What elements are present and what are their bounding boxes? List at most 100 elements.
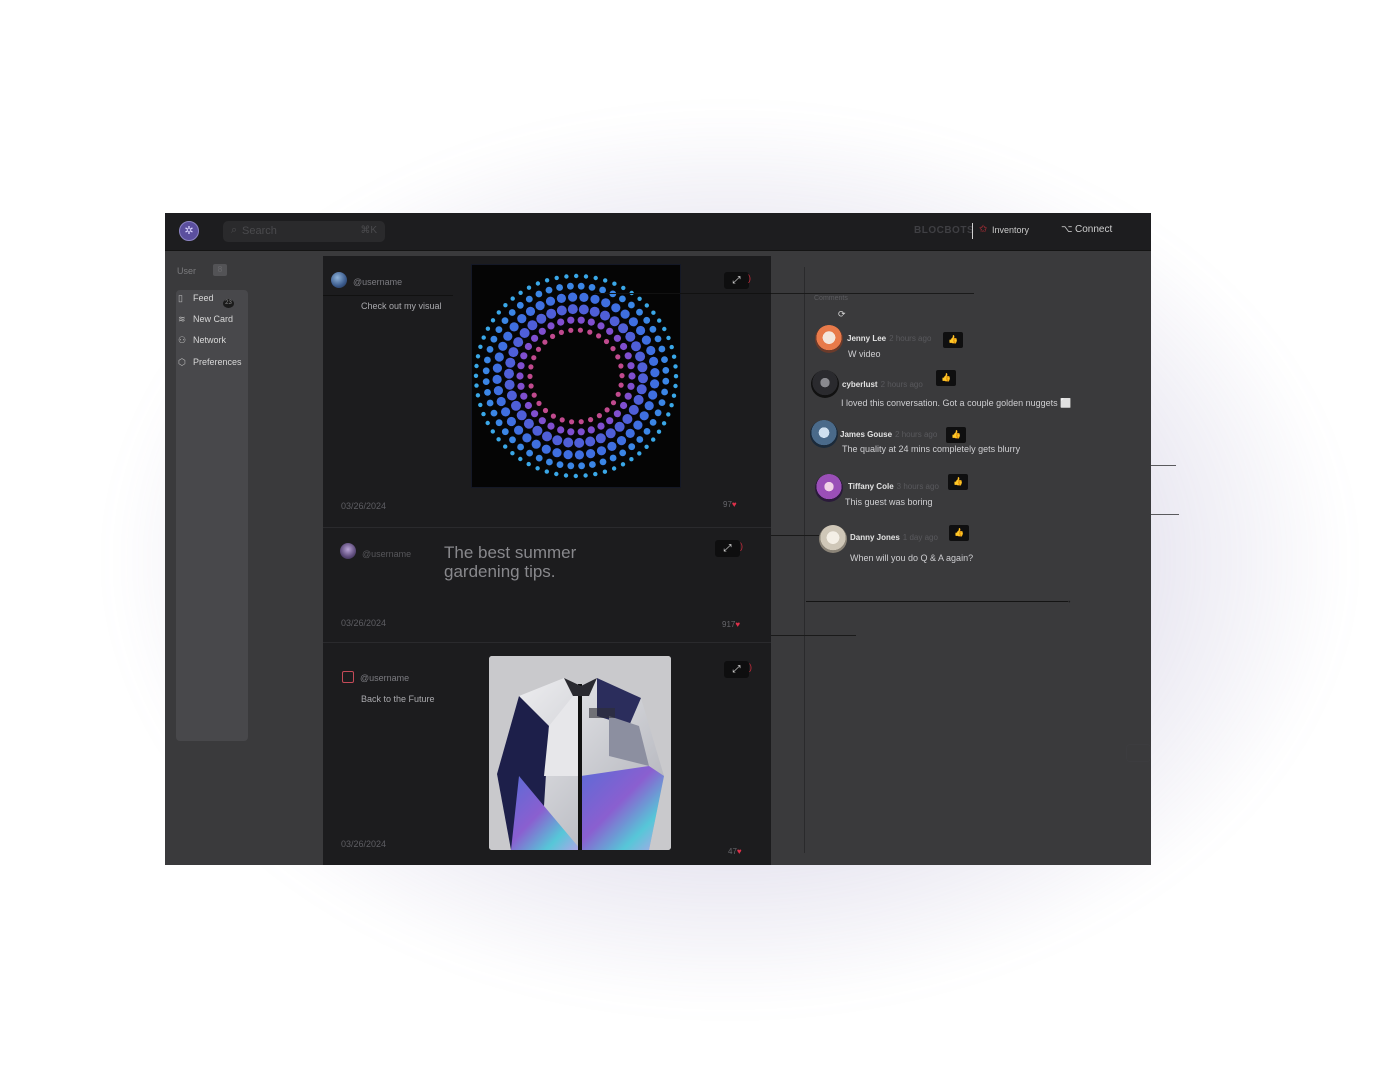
app-logo-icon[interactable]: ✲ — [179, 221, 199, 241]
comment-text: The quality at 24 mins completely gets b… — [842, 444, 1021, 454]
loading-icon: ⟳ — [838, 309, 846, 319]
inventory-link[interactable]: Inventory — [992, 225, 1029, 235]
comment-text: When will you do Q & A again? — [850, 553, 974, 563]
app-window: ✲ ⌕ Search ⌘K BLOCBOTS ✩ Inventory ⌥ Con… — [165, 213, 1151, 865]
artwork-dot — [509, 322, 519, 332]
expand-icon[interactable]: ⤢ — [715, 540, 740, 557]
arrow-right-icon: → — [1063, 595, 1072, 605]
avatar — [340, 543, 356, 559]
sidebar-item-new-card[interactable]: ≋ New Card — [178, 314, 233, 328]
artwork-dot — [613, 334, 621, 342]
artwork-dot — [531, 355, 537, 361]
artwork-dot — [620, 462, 626, 467]
comment-time: 2 hours ago — [889, 334, 932, 343]
artwork-dot — [484, 389, 491, 396]
artwork-dot — [599, 458, 607, 466]
like-count[interactable]: 47♥ — [728, 847, 742, 856]
artwork-dot — [669, 344, 674, 350]
artwork-dot — [563, 450, 573, 460]
artwork-dot — [578, 419, 584, 425]
artwork-dot — [609, 454, 617, 462]
artwork-dot — [573, 473, 578, 479]
artwork-dot — [516, 372, 524, 380]
artwork-dot — [481, 411, 486, 417]
comment-author-name: cyberlust — [842, 380, 878, 389]
comment-author[interactable]: James Gouse 2 hours ago — [840, 430, 937, 439]
post-username[interactable]: @username — [353, 277, 402, 287]
thumbs-up-icon[interactable]: 👍 — [949, 525, 969, 541]
arrow-line — [806, 601, 1068, 602]
thumbs-up-icon[interactable]: 👍 — [943, 332, 963, 348]
artwork-dot — [535, 281, 541, 286]
artwork-dot — [498, 341, 508, 351]
sidebar-item-label: New Card — [193, 314, 234, 324]
artwork-dot — [569, 419, 575, 425]
expand-accent: ) — [740, 541, 743, 551]
artwork-dot — [618, 323, 629, 334]
artwork-dot — [535, 290, 543, 298]
artwork-dot — [535, 301, 545, 311]
user-label: User — [177, 266, 197, 276]
artwork-dot — [613, 410, 621, 418]
sidebar-item-label: Preferences — [193, 357, 242, 367]
post-image-jacket[interactable] — [489, 656, 671, 850]
comment-author[interactable]: cyberlust 2 hours ago — [842, 380, 923, 389]
artwork-dot — [492, 374, 502, 384]
artwork-dot — [586, 449, 596, 459]
artwork-dot — [662, 377, 670, 385]
connect-button[interactable]: Connect — [1075, 224, 1112, 235]
thumbs-up-icon[interactable]: 👍 — [936, 370, 956, 386]
artwork-dot — [481, 335, 486, 340]
post-image-dots[interactable] — [471, 264, 681, 488]
search-input[interactable]: ⌕ Search ⌘K — [223, 221, 385, 242]
artwork-dot — [624, 352, 632, 360]
artwork-dot — [474, 383, 479, 388]
thumbs-up-icon[interactable]: 👍 — [948, 474, 968, 490]
artwork-dot — [538, 417, 546, 425]
artwork-dot — [513, 337, 524, 348]
artwork-dot — [567, 282, 574, 290]
artwork-dot — [658, 345, 666, 353]
artwork-dot — [559, 417, 565, 423]
comment-author-name: James Gouse — [840, 430, 893, 439]
comment-author[interactable]: Tiffany Cole 3 hours ago — [848, 482, 939, 491]
artwork-dot — [627, 362, 635, 370]
comment-author[interactable]: Jenny Lee 2 hours ago — [847, 334, 931, 343]
artwork-dot — [666, 412, 671, 417]
artwork-dot — [482, 378, 490, 385]
artwork-dot — [523, 418, 534, 429]
artwork-dot — [651, 437, 656, 442]
artwork-dot — [544, 278, 550, 283]
post-caption: Back to the Future — [361, 694, 435, 704]
artwork-dot — [547, 422, 555, 430]
post-username[interactable]: @username — [360, 673, 409, 683]
sidebar-item-feed[interactable]: ▯ Feed 23 — [178, 293, 234, 308]
artwork-dot — [567, 462, 575, 470]
like-count[interactable]: 917♥ — [722, 620, 740, 629]
artwork-dot — [636, 384, 647, 395]
connector-line — [1151, 465, 1176, 466]
like-count[interactable]: 97♥ — [723, 500, 737, 509]
artwork-dot — [661, 388, 668, 396]
artwork-dot — [649, 356, 659, 366]
artwork-dot — [593, 471, 598, 477]
post-card[interactable]: @username Check out my visual ⤢ ) 03/26/… — [323, 256, 771, 527]
expand-icon[interactable]: ⤢ — [724, 272, 749, 289]
artwork-dot — [496, 437, 501, 442]
post-card[interactable]: @username The best summer gardening tips… — [323, 528, 771, 642]
post-username[interactable]: @username — [362, 549, 411, 559]
artwork-dot — [528, 383, 534, 389]
artwork-dot — [546, 458, 553, 466]
sidebar-item-network[interactable]: ⚇ Network — [178, 335, 226, 349]
expand-icon[interactable]: ⤢ — [724, 661, 749, 678]
comment-author[interactable]: Danny Jones 1 day ago — [850, 533, 938, 542]
artwork-dot — [478, 344, 483, 349]
sidebar-item-preferences[interactable]: ⬡ Preferences — [178, 357, 242, 371]
artwork-dot — [577, 428, 585, 436]
artwork-dot — [486, 399, 494, 407]
thumbs-up-icon[interactable]: 👍 — [946, 427, 966, 443]
artwork-dot — [587, 329, 593, 335]
artwork-dot — [542, 339, 548, 345]
artwork-dot — [519, 328, 530, 338]
artwork-dot — [503, 303, 508, 308]
